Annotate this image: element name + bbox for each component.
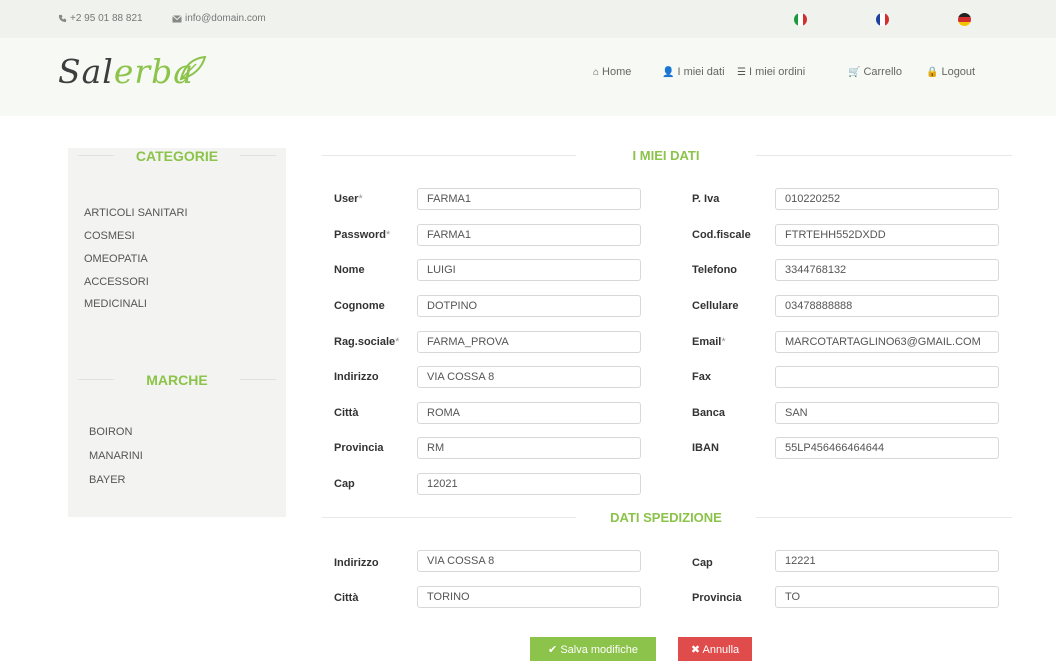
save-button[interactable]: ✔ Salva modifiche: [530, 637, 656, 661]
list-icon: ☰: [737, 67, 746, 78]
shipping-citta-field[interactable]: [417, 586, 641, 608]
rag-sociale-field[interactable]: [417, 331, 641, 353]
nav-carrello[interactable]: 🛒 Carrello: [848, 66, 902, 78]
sidebar-item-categoria[interactable]: COSMESI: [84, 230, 135, 242]
categorie-title: CATEGORIE: [68, 148, 286, 164]
telefono-field[interactable]: [775, 259, 999, 281]
rag-sociale-label: Rag.sociale*: [334, 336, 400, 348]
french-flag-icon[interactable]: [876, 13, 889, 26]
phone-contact: +2 95 01 88 821: [58, 13, 143, 24]
cancel-button-label: Annulla: [702, 643, 740, 656]
nav-miei-dati-label: I miei dati: [677, 66, 725, 78]
nome-label: Nome: [334, 264, 365, 276]
lock-icon: 🔒: [926, 67, 939, 78]
password-field[interactable]: [417, 224, 641, 246]
piva-field[interactable]: [775, 188, 999, 210]
banca-field[interactable]: [775, 402, 999, 424]
sidebar-item-categoria[interactable]: ARTICOLI SANITARI: [84, 207, 188, 219]
shipping-citta-label: Città: [334, 592, 359, 604]
shipping-cap-field[interactable]: [775, 550, 999, 572]
close-icon: ✖: [690, 643, 703, 656]
sidebar-item-categoria[interactable]: ACCESSORI: [84, 276, 149, 288]
sidebar-item-marca[interactable]: BAYER: [89, 474, 125, 486]
top-bar: +2 95 01 88 821 info@domain.com: [0, 0, 1056, 38]
phone-icon: [58, 14, 67, 23]
telefono-label: Telefono: [692, 264, 738, 276]
nav-logout-label: Logout: [941, 66, 976, 78]
nav-home-label: Home: [602, 66, 632, 78]
cap-field[interactable]: [417, 473, 641, 495]
cancel-button[interactable]: ✖ Annulla: [678, 637, 752, 661]
nav-miei-dati[interactable]: 👤 I miei dati: [662, 66, 725, 78]
cellulare-field[interactable]: [775, 295, 999, 317]
shipping-provincia-field[interactable]: [775, 586, 999, 608]
page-title: I MIEI DATI: [632, 148, 700, 163]
shipping-cap-label: Cap: [692, 557, 713, 569]
email-text: info@domain.com: [185, 13, 266, 24]
cap-label: Cap: [334, 478, 355, 490]
logo[interactable]: Salerba: [58, 52, 207, 91]
cod-fiscale-label: Cod.fiscale: [692, 229, 751, 241]
fax-field[interactable]: [775, 366, 999, 388]
shipping-indirizzo-label: Indirizzo: [334, 557, 379, 569]
sidebar-item-categoria[interactable]: OMEOPATIA: [84, 253, 148, 265]
italian-flag-icon[interactable]: [794, 13, 807, 26]
cognome-field[interactable]: [417, 295, 641, 317]
shipping-divider-left: [322, 517, 576, 518]
phone-text: +2 95 01 88 821: [70, 13, 143, 24]
provincia-field[interactable]: [417, 437, 641, 459]
nav-home[interactable]: ⌂ Home: [593, 66, 631, 78]
nome-field[interactable]: [417, 259, 641, 281]
cognome-label: Cognome: [334, 300, 385, 312]
citta-field[interactable]: [417, 402, 641, 424]
indirizzo-label: Indirizzo: [334, 371, 379, 383]
title-divider-right: [756, 155, 1012, 156]
sidebar-item-categoria[interactable]: MEDICINALI: [84, 298, 147, 310]
nav-miei-ordini[interactable]: ☰ I miei ordini: [737, 66, 805, 78]
nav-carrello-label: Carrello: [863, 66, 902, 78]
cart-icon: 🛒: [848, 67, 861, 78]
nav-logout[interactable]: 🔒 Logout: [926, 66, 975, 78]
cellulare-label: Cellulare: [692, 300, 739, 312]
banca-label: Banca: [692, 407, 726, 419]
envelope-icon: [172, 15, 182, 23]
german-flag-icon[interactable]: [958, 13, 971, 26]
user-label: User*: [334, 193, 363, 205]
sidebar-item-marca[interactable]: MANARINI: [89, 450, 143, 462]
sidebar-item-marca[interactable]: BOIRON: [89, 426, 132, 438]
nav-miei-ordini-label: I miei ordini: [748, 66, 806, 78]
logo-text-a: Sal: [58, 52, 114, 91]
shipping-provincia-label: Provincia: [692, 592, 742, 604]
piva-label: P. Iva: [692, 193, 720, 205]
sidebar: CATEGORIE ARTICOLI SANITARI COSMESI OMEO…: [68, 148, 286, 517]
iban-label: IBAN: [692, 442, 719, 454]
fax-label: Fax: [692, 371, 711, 383]
indirizzo-field[interactable]: [417, 366, 641, 388]
check-icon: ✔: [548, 643, 561, 656]
email-field[interactable]: [775, 331, 999, 353]
shipping-title: DATI SPEDIZIONE: [610, 510, 722, 525]
user-icon: 👤: [662, 67, 675, 78]
leaf-icon: [179, 55, 207, 81]
title-divider-left: [322, 155, 576, 156]
marche-title: MARCHE: [68, 372, 286, 388]
iban-field[interactable]: [775, 437, 999, 459]
shipping-indirizzo-field[interactable]: [417, 550, 641, 572]
email-label: Email*: [692, 336, 726, 348]
citta-label: Città: [334, 407, 359, 419]
user-field[interactable]: [417, 188, 641, 210]
shipping-divider-right: [756, 517, 1012, 518]
home-icon: ⌂: [593, 67, 600, 78]
cod-fiscale-field[interactable]: [775, 224, 999, 246]
email-contact[interactable]: info@domain.com: [172, 13, 266, 24]
password-label: Password*: [334, 229, 391, 241]
save-button-label: Salva modifiche: [560, 643, 638, 656]
provincia-label: Provincia: [334, 442, 384, 454]
